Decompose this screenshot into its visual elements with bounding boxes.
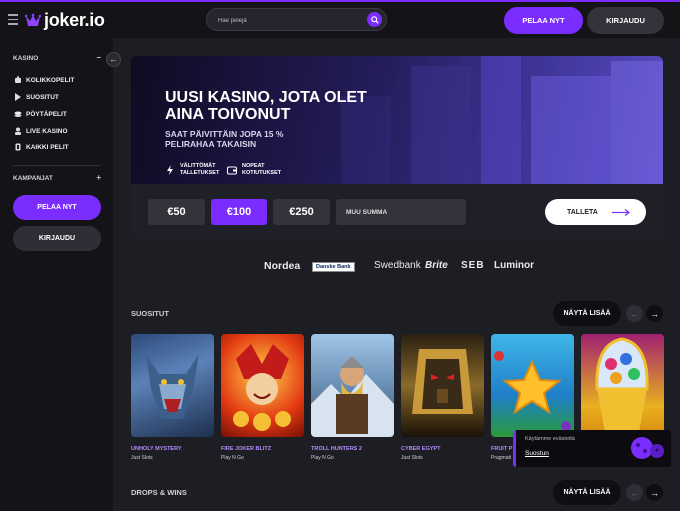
amount-option-50[interactable]: €50: [148, 199, 205, 225]
wallet-icon: [227, 166, 237, 175]
sidebar-item-label: KOLIKKOPELIT: [26, 76, 75, 84]
game-card-fruit-party[interactable]: [491, 334, 574, 437]
chevron-left-icon: ←: [630, 308, 639, 319]
popular-next-button[interactable]: →: [646, 305, 663, 322]
arrow-right-icon: [611, 208, 630, 216]
sidebar-play-now-button[interactable]: PELAA NYT: [13, 195, 101, 220]
arrow-left-icon: ←: [109, 55, 118, 64]
game-card-troll-hunters-2[interactable]: [311, 334, 394, 437]
game-card-drops-and-wins[interactable]: [581, 334, 664, 437]
hero-banner: UUSI KASINO, JOTA OLET AINA TOIVONUT SAA…: [131, 56, 663, 238]
hero-title: UUSI KASINO, JOTA OLET AINA TOIVONUT: [165, 89, 367, 123]
star-artwork: [494, 351, 571, 431]
deposit-button[interactable]: TALLETA: [545, 199, 646, 225]
collapse-icon[interactable]: −: [96, 54, 101, 62]
chips-icon: [14, 110, 22, 118]
game-title[interactable]: TROLL HUNTERS 2: [311, 446, 362, 452]
feature-label: NOPEAT KOTIUTUKSET: [242, 163, 282, 176]
cookie-banner: Käytämme evästeitä Suostun: [513, 430, 671, 467]
sidebar-item-table-games[interactable]: PÖYTÄPELIT: [14, 110, 67, 118]
game-card-cyber-egypt[interactable]: [401, 334, 484, 437]
sidebar-login-button[interactable]: KIRJAUDU: [13, 226, 101, 251]
sidebar-item-label: PÖYTÄPELIT: [26, 110, 67, 118]
menu-icon[interactable]: [8, 14, 18, 25]
game-provider: Pragmati: [491, 455, 512, 461]
search-button[interactable]: [367, 12, 382, 27]
dealer-icon: [14, 127, 22, 135]
drops-wins-section-title: DROPS & WINS: [131, 488, 187, 497]
sidebar-item-popular[interactable]: SUOSITUT: [14, 93, 59, 101]
danske-bank-logo: Danske Bank: [312, 262, 355, 272]
chevron-left-icon: ←: [630, 487, 639, 498]
sidebar-item-label: KAIKKI PELIT: [26, 143, 69, 151]
drops-next-button[interactable]: →: [646, 484, 663, 501]
swedbank-logo: Swedbank: [374, 260, 421, 271]
lightning-icon: [167, 165, 173, 175]
popular-show-more-button[interactable]: NÄYTÄ LISÄÄ: [553, 301, 621, 326]
logo-text: joker.io: [44, 10, 105, 30]
play-now-button[interactable]: PELAA NYT: [504, 7, 583, 34]
viking-artwork: [311, 356, 394, 437]
chevron-right-icon: →: [650, 487, 659, 498]
brite-logo: Brite: [425, 260, 448, 271]
joker-logo-icon: [25, 13, 41, 26]
game-provider: Play N Go: [221, 455, 244, 461]
game-card-fire-joker-blitz[interactable]: [221, 334, 304, 437]
custom-amount-input[interactable]: MUU SUMMA: [336, 199, 466, 225]
game-provider: Just Slots: [131, 455, 153, 461]
popular-section-title: SUOSITUT: [131, 309, 169, 318]
sidebar-item-label: SUOSITUT: [26, 93, 59, 101]
chevron-right-icon: →: [650, 308, 659, 319]
sidebar: KASINO − KOLIKKOPELIT SUOSITUT PÖYTÄPELI…: [0, 38, 113, 511]
game-provider: Just Slots: [401, 455, 423, 461]
search-input[interactable]: [207, 10, 357, 32]
game-provider: Play N Go: [311, 455, 334, 461]
joker-artwork: [233, 344, 291, 431]
feature-label: VÄLITTÖMÄT TALLETUKSET: [180, 163, 220, 176]
popular-prev-button[interactable]: ←: [626, 305, 643, 322]
cards-icon: [14, 143, 22, 151]
feature-instant-deposits: VÄLITTÖMÄT TALLETUKSET: [165, 163, 220, 177]
casino-title: KASINO: [13, 55, 39, 62]
nordea-logo: Nordea: [264, 260, 301, 272]
cookie-accept-link[interactable]: Suostun: [525, 450, 549, 457]
search-bar: [206, 8, 387, 32]
deposit-label: TALLETA: [567, 208, 598, 216]
drops-prev-button[interactable]: ←: [626, 484, 643, 501]
game-title[interactable]: FRUIT P: [491, 446, 512, 452]
game-title[interactable]: FIRE JOKER BLITZ: [221, 446, 271, 452]
amount-option-100[interactable]: €100: [211, 199, 267, 225]
game-title[interactable]: UNHOLY MYSTERY: [131, 446, 182, 452]
sidebar-item-live-casino[interactable]: LIVE KASINO: [14, 127, 68, 135]
campaigns-section-header[interactable]: KAMPANJAT +: [13, 174, 101, 183]
cookie-icon: [631, 437, 664, 459]
sidebar-divider: [13, 165, 101, 166]
pharaoh-artwork: [412, 349, 473, 414]
feature-fast-withdrawals: NOPEAT KOTIUTUKSET: [227, 163, 282, 177]
amount-option-250[interactable]: €250: [273, 199, 330, 225]
logo[interactable]: joker.io: [25, 10, 105, 31]
cookie-text: Käytämme evästeitä: [525, 436, 575, 442]
sidebar-item-all-games[interactable]: KAIKKI PELIT: [14, 143, 69, 151]
seb-logo: SEB: [461, 260, 485, 271]
campaigns-title: KAMPANJAT: [13, 175, 53, 182]
search-icon: [370, 15, 379, 24]
hero-subtitle: SAAT PÄIVITTÄIN JOPA 15 % PELIRAHAA TAKA…: [165, 129, 284, 149]
drops-show-more-button[interactable]: NÄYTÄ LISÄÄ: [553, 480, 621, 505]
top-header: joker.io PELAA NYT KIRJAUDU: [0, 0, 680, 38]
sidebar-item-slots[interactable]: KOLIKKOPELIT: [14, 76, 74, 84]
game-title[interactable]: CYBER EGYPT: [401, 446, 440, 452]
sidebar-collapse-button[interactable]: ←: [106, 52, 121, 67]
gumball-artwork: [595, 337, 649, 432]
werewolf-artwork: [146, 354, 199, 419]
play-icon: [14, 93, 22, 101]
login-button[interactable]: KIRJAUDU: [587, 7, 664, 34]
game-card-unholy-mystery[interactable]: [131, 334, 214, 437]
expand-icon[interactable]: +: [96, 174, 101, 182]
luminor-logo: Luminor: [494, 260, 534, 271]
slot-icon: [14, 76, 22, 84]
casino-section-header[interactable]: KASINO −: [13, 54, 101, 63]
sidebar-item-label: LIVE KASINO: [26, 127, 68, 135]
